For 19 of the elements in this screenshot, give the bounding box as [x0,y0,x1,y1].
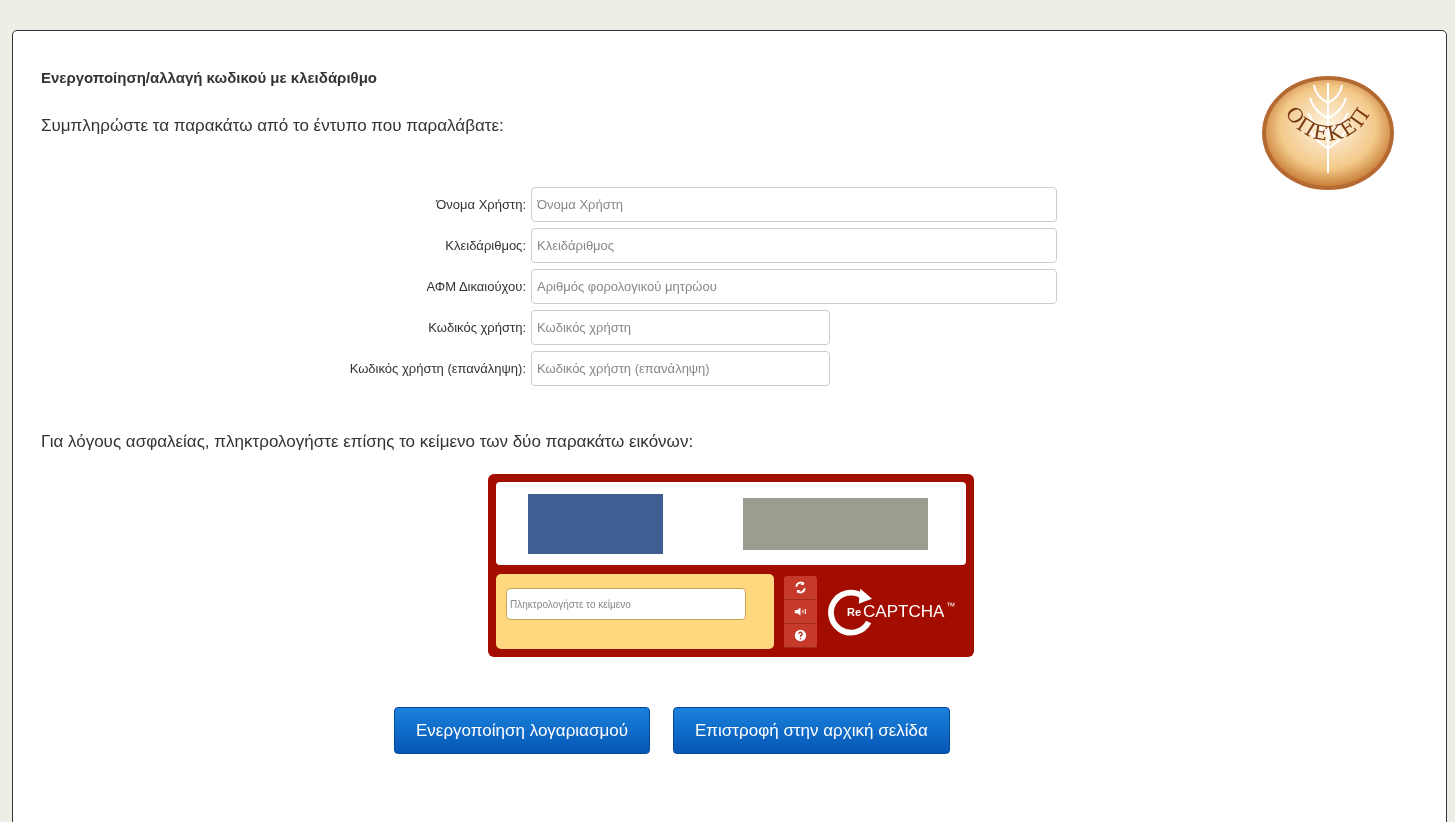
field-label: ΑΦΜ Δικαιούχου: [425,279,526,294]
page-title: Ενεργοποίηση/αλλαγή κωδικού με κλειδάριθμο [41,69,378,86]
captcha-input-field[interactable]: Πληκτρολογήστε το κείμενο [506,588,746,620]
captcha-instruction: Για λόγους ασφαλείας, πληκτρολογήστε επίσης το κείμενο των δύο παρακάτω εικόνων: [41,432,695,452]
input-field[interactable]: Όνομα Χρήστη [531,187,1057,222]
action-button[interactable]: Επιστροφή στην αρχική σελίδα [673,707,950,754]
trademark-symbol: ™ [946,600,956,611]
input-field[interactable]: Κλειδάριθμος [531,228,1057,263]
field-label: Κωδικός χρήστη (επανάληψη): [348,361,526,376]
input-field[interactable]: Κωδικός χρήστη [531,310,830,345]
input-field[interactable]: Κωδικός χρήστη (επανάληψη) [531,351,830,386]
action-button[interactable]: Ενεργοποίηση λογαριασμού [394,707,650,754]
field-label: Κωδικός χρήστη: [427,320,526,335]
brand-name: CAPTCHA [863,601,945,622]
field-label: Κλειδάριθμος: [444,238,526,253]
brand-prefix: Re [847,605,862,618]
field-label: Όνομα Χρήστη: [435,197,526,212]
instruction-text: Συμπληρώστε τα παρακάτω από το έντυπο που παραλάβατε: [41,116,504,136]
input-field[interactable]: Αριθμός φορολογικού μητρώου [531,269,1057,304]
